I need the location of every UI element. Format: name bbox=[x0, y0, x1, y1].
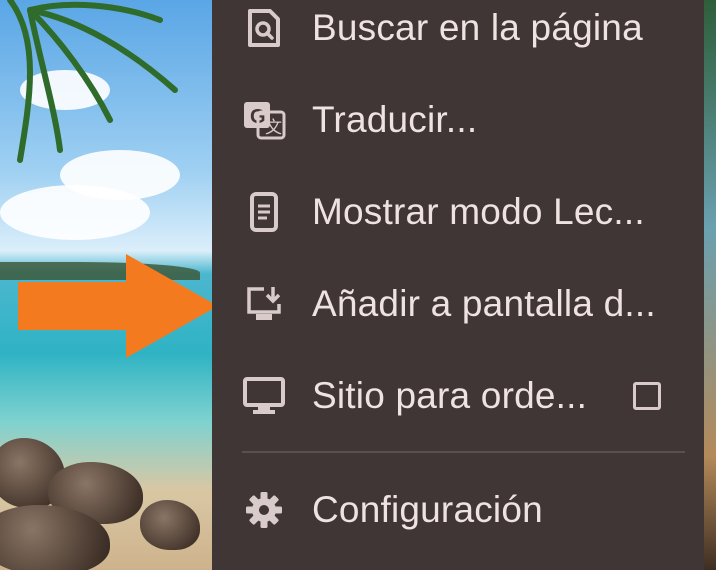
menu-item-label: Mostrar modo Lec... bbox=[312, 191, 645, 232]
palm-tree bbox=[7, 0, 178, 163]
menu-item-label: Buscar en la página bbox=[312, 7, 643, 48]
menu-divider bbox=[242, 451, 685, 453]
desktop-icon bbox=[242, 374, 286, 418]
svg-text:文: 文 bbox=[265, 118, 282, 137]
context-menu: Buscar en la página G 文 Traducir... Most… bbox=[212, 0, 704, 570]
add-to-home-screen-icon bbox=[242, 282, 286, 326]
menu-item-add-to-home-screen[interactable]: Añadir a pantalla d... bbox=[212, 260, 704, 348]
reader-mode-icon bbox=[242, 190, 286, 234]
menu-item-translate[interactable]: G 文 Traducir... bbox=[212, 76, 704, 164]
find-in-page-icon bbox=[242, 6, 286, 50]
orange-arrow-icon bbox=[18, 254, 218, 358]
menu-item-find-in-page[interactable]: Buscar en la página bbox=[212, 0, 704, 72]
menu-item-reader-mode[interactable]: Mostrar modo Lec... bbox=[212, 168, 704, 256]
menu-item-label: Sitio para orde... bbox=[312, 375, 588, 416]
menu-item-settings[interactable]: Configuración bbox=[212, 466, 704, 554]
translate-icon: G 文 bbox=[242, 98, 286, 142]
settings-gear-icon bbox=[242, 488, 286, 532]
desktop-site-checkbox[interactable] bbox=[633, 382, 661, 410]
menu-item-label: Configuración bbox=[312, 489, 543, 530]
cloud bbox=[0, 185, 150, 240]
menu-item-label: Añadir a pantalla d... bbox=[312, 283, 656, 324]
menu-item-label: Traducir... bbox=[312, 99, 478, 140]
menu-item-desktop-site[interactable]: Sitio para orde... bbox=[212, 352, 704, 440]
rock bbox=[140, 500, 200, 550]
